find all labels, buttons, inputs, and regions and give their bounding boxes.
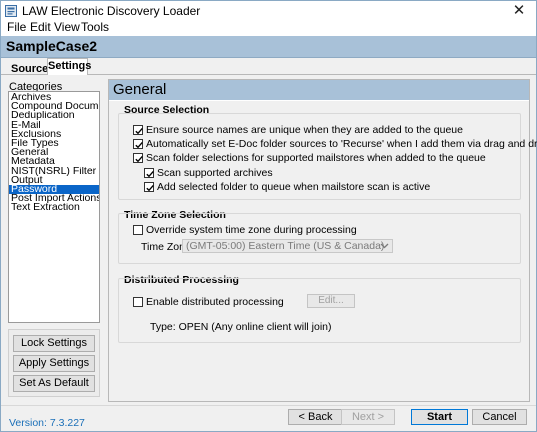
lock-settings-button[interactable]: Lock Settings xyxy=(13,335,95,352)
checkmark-icon xyxy=(135,155,143,163)
checkmark-icon xyxy=(135,127,143,135)
window-title: LAW Electronic Discovery Loader xyxy=(22,4,201,18)
chevron-down-icon xyxy=(380,243,389,249)
checkmark-icon xyxy=(146,170,154,178)
checkbox[interactable] xyxy=(133,297,143,307)
panel-title: General xyxy=(113,81,167,98)
category-item[interactable]: Archives xyxy=(9,93,99,102)
title-bar: LAW Electronic Discovery Loader ✕ xyxy=(1,1,536,21)
time-zone-value: (GMT-05:00) Eastern Time (US & Canada) xyxy=(186,240,385,252)
category-item[interactable]: E-Mail xyxy=(9,121,99,130)
menu-edit[interactable]: Edit xyxy=(30,21,51,34)
next-button[interactable]: Next > xyxy=(341,409,395,425)
panel-header-divider xyxy=(109,100,529,101)
checkbox[interactable] xyxy=(144,182,154,192)
checkbox[interactable] xyxy=(133,225,143,235)
category-item[interactable]: Password xyxy=(9,184,99,195)
option-label: Scan folder selections for supported mai… xyxy=(146,152,486,164)
category-item[interactable]: Metadata xyxy=(9,157,99,166)
option-label: Add selected folder to queue when mailst… xyxy=(157,181,431,193)
case-header: SampleCase2 xyxy=(1,36,536,58)
settings-panel: General Source Selection Ensure source n… xyxy=(108,79,537,402)
time-zone-select[interactable]: (GMT-05:00) Eastern Time (US & Canada) xyxy=(182,239,393,253)
category-item[interactable]: Text Extraction xyxy=(9,203,99,212)
cancel-button[interactable]: Cancel xyxy=(472,409,527,425)
option-label: Scan supported archives xyxy=(157,167,273,179)
checkbox[interactable] xyxy=(144,168,154,178)
apply-settings-button[interactable]: Apply Settings xyxy=(13,355,95,372)
option-label: Enable distributed processing xyxy=(146,296,284,308)
distributed-processing-group xyxy=(118,278,521,343)
checkbox[interactable] xyxy=(133,125,143,135)
option-label: Ensure source names are unique when they… xyxy=(146,124,463,136)
category-item[interactable]: Post Import Actions xyxy=(9,194,99,203)
menu-bar: File Edit View Tools xyxy=(1,21,536,36)
distributed-type-text: Type: OPEN (Any online client will join) xyxy=(150,321,332,333)
option-label: Automatically set E-Doc folder sources t… xyxy=(146,138,537,150)
category-item[interactable]: Compound Documents xyxy=(9,102,99,111)
categories-list[interactable]: ArchivesCompound DocumentsDeduplicationE… xyxy=(8,91,100,323)
case-name: SampleCase2 xyxy=(6,38,98,54)
category-item[interactable]: NIST(NSRL) Filter xyxy=(9,167,99,176)
back-button[interactable]: < Back xyxy=(288,409,343,425)
close-icon[interactable]: ✕ xyxy=(508,2,530,20)
set-as-default-button[interactable]: Set As Default xyxy=(13,375,95,392)
option-label: Override system time zone during process… xyxy=(146,224,357,236)
checkbox[interactable] xyxy=(133,139,143,149)
menu-view[interactable]: View xyxy=(54,21,80,34)
tab-settings[interactable]: Settings xyxy=(47,58,91,75)
menu-tools[interactable]: Tools xyxy=(81,21,109,34)
category-item[interactable]: Exclusions xyxy=(9,130,99,139)
category-item[interactable]: Output xyxy=(9,176,99,185)
checkmark-icon xyxy=(135,141,143,149)
app-window: LAW Electronic Discovery Loader ✕ File E… xyxy=(0,0,537,432)
checkbox[interactable] xyxy=(133,153,143,163)
version-label: Version: 7.3.227 xyxy=(9,417,85,429)
app-icon xyxy=(5,5,17,17)
menu-file[interactable]: File xyxy=(7,21,26,34)
edit-button[interactable]: Edit... xyxy=(307,294,355,308)
start-button[interactable]: Start xyxy=(411,409,468,425)
category-item[interactable]: General xyxy=(9,148,99,157)
category-item[interactable]: File Types xyxy=(9,139,99,148)
category-item[interactable]: Deduplication xyxy=(9,111,99,120)
footer-divider xyxy=(1,405,536,406)
panel-header: General xyxy=(109,80,529,100)
checkmark-icon xyxy=(146,184,154,192)
settings-button-group: Lock Settings Apply Settings Set As Defa… xyxy=(8,329,100,397)
